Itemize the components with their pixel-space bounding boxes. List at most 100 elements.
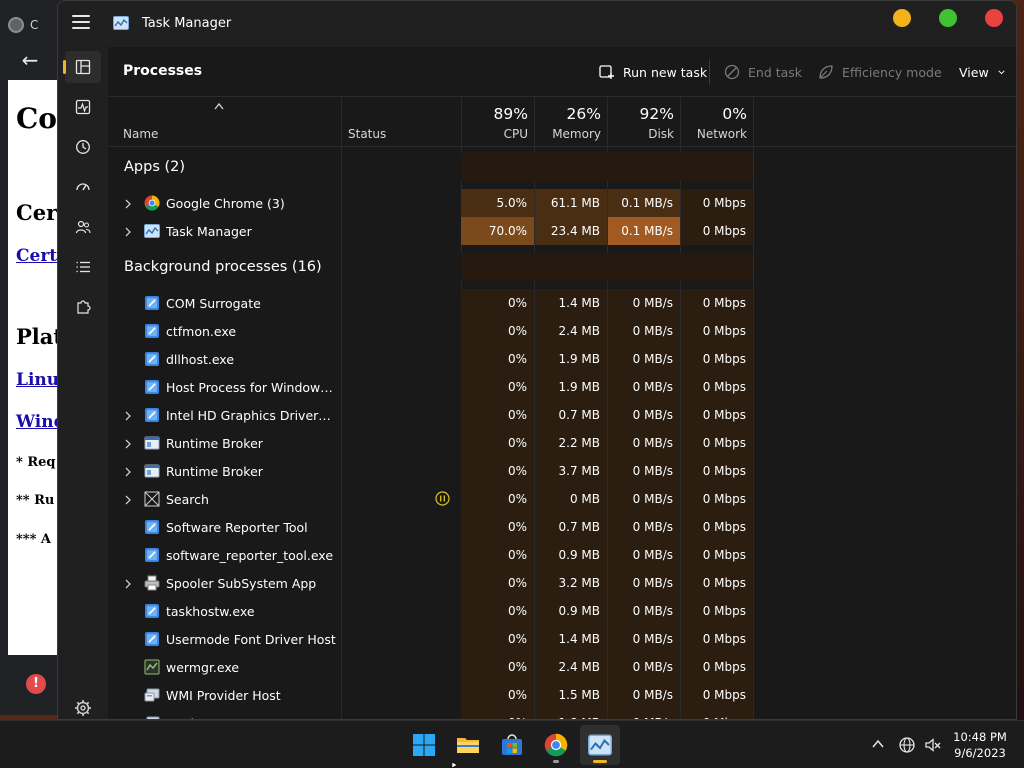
windows-logo-icon: [412, 733, 436, 757]
table-row[interactable]: Usermode Font Driver Host 0% 1.4 MB 0 MB/s 0…: [108, 625, 1004, 653]
column-header-name[interactable]: Name: [123, 127, 158, 141]
table-row[interactable]: wermgr.exe 0% 2.4 MB 0 MB/s 0 Mbps: [108, 653, 1004, 681]
sort-ascending-icon[interactable]: [214, 102, 224, 110]
nav-item-processes[interactable]: [63, 51, 101, 83]
table-row[interactable]: Spooler SubSystem App 0% 3.2 MB 0 MB/s 0 Mbp…: [108, 569, 1004, 597]
chrome-process-icon: [144, 195, 160, 211]
efficiency-mode-label: Efficiency mode: [842, 64, 942, 80]
network-globe-icon[interactable]: [898, 736, 916, 754]
process-name: taskhostw.exe: [166, 604, 255, 619]
wmi-process-icon: [144, 687, 160, 703]
service-process-icon: [144, 295, 160, 311]
table-row[interactable]: ctfmon.exe 0% 2.4 MB 0 MB/s 0 Mbps: [108, 317, 1004, 345]
table-row[interactable]: Google Chrome (3) 5.0% 61.1 MB 0.1 MB/s 0 Mb…: [108, 189, 1004, 217]
maximize-button[interactable]: [939, 9, 957, 27]
table-row[interactable]: software_reporter_tool.exe 0% 0.9 MB 0 MB/s…: [108, 541, 1004, 569]
process-name: Host Process for Windows Tasks: [166, 380, 336, 395]
cell-mem: 1.4 MB: [535, 289, 607, 317]
cell-net: 0 Mbps: [681, 217, 753, 245]
taskbar-file-explorer-button[interactable]: [448, 725, 488, 765]
history-icon: [75, 139, 91, 155]
chevron-right-icon[interactable]: [123, 438, 133, 449]
nav-item-performance[interactable]: [65, 91, 101, 123]
cell-cpu: 0%: [461, 485, 534, 513]
efficiency-mode-button[interactable]: Efficiency mode: [818, 61, 942, 83]
table-row[interactable]: Host Process for Windows Tasks0%1.9 MB0 …: [108, 373, 1004, 401]
cell-disk: 0 MB/s: [608, 373, 680, 401]
nav-item-app-history[interactable]: [65, 131, 101, 163]
back-arrow-icon[interactable]: ←: [14, 46, 46, 74]
nav-item-services[interactable]: [65, 291, 101, 323]
running-indicator: [593, 760, 607, 763]
nav-item-users[interactable]: [65, 211, 101, 243]
process-name: ctfmon.exe: [166, 324, 237, 339]
cell-mem: 2.2 MB: [535, 429, 607, 457]
chevron-right-icon[interactable]: [123, 226, 133, 237]
nav-item-startup-apps[interactable]: [65, 171, 101, 203]
show-hidden-icons-chevron-icon[interactable]: [871, 737, 885, 751]
speaker-muted-icon[interactable]: [924, 736, 942, 754]
process-name: Search: [166, 492, 209, 507]
taskbar-start-button[interactable]: [404, 725, 444, 765]
nav-item-details[interactable]: [65, 251, 101, 283]
close-button[interactable]: [985, 9, 1003, 27]
search-process-icon: [144, 491, 160, 507]
cell-disk: 0 MB/s: [608, 345, 680, 373]
clock-time: 10:48 PM: [953, 730, 1007, 744]
globe-icon: [8, 17, 24, 33]
taskbar-chrome-button[interactable]: [536, 725, 576, 765]
cell-net: 0 Mbps: [681, 401, 753, 429]
table-header: Name Status 89% CPU 26% Memory 92% Disk …: [108, 97, 1016, 147]
cell-disk: 0 MB/s: [608, 289, 680, 317]
table-row[interactable]: dllhost.exe 0% 1.9 MB 0 MB/s 0 Mbps: [108, 345, 1004, 373]
column-header-cpu[interactable]: CPU: [461, 127, 528, 141]
task-manager-window: Task Manager Processes Run new task End …: [57, 0, 1017, 720]
alert-icon[interactable]: !: [26, 674, 46, 694]
taskmgr-process-icon: [144, 223, 160, 239]
cell-mem: 0.7 MB: [535, 401, 607, 429]
minimize-button[interactable]: [893, 9, 911, 27]
column-header-network[interactable]: Network: [681, 127, 747, 141]
table-row[interactable]: Intel HD Graphics Drivers for ... 0%0.7 M…: [108, 401, 1004, 429]
cell-disk: 0 MB/s: [608, 317, 680, 345]
cell-disk: 0 MB/s: [608, 541, 680, 569]
page-text-line: ** Ru: [16, 493, 55, 508]
system-clock[interactable]: 10:48 PM 9/6/2023: [950, 729, 1010, 761]
process-name: Runtime Broker: [166, 436, 263, 451]
table-row[interactable]: WmiPrvSE.exe0%1.8 MB0 MB/s0 Mbps: [108, 709, 1004, 719]
cell-cpu: 0%: [461, 401, 534, 429]
table-row[interactable]: taskhostw.exe 0% 0.9 MB 0 MB/s 0 Mbps: [108, 597, 1004, 625]
column-header-status[interactable]: Status: [348, 127, 386, 141]
table-row[interactable]: WMI Provider Host 0% 1.5 MB 0 MB/s 0 Mbps: [108, 681, 1004, 709]
table-row[interactable]: Task Manager 70.0% 23.4 MB 0.1 MB/s 0 Mbps: [108, 217, 1004, 245]
chevron-right-icon[interactable]: [123, 198, 133, 209]
cell-mem: 1.5 MB: [535, 681, 607, 709]
cell-net: 0 Mbps: [681, 541, 753, 569]
table-row[interactable]: Search 0% 0 MB 0 MB/s 0 Mbps: [108, 485, 1004, 513]
chevron-right-icon[interactable]: [123, 466, 133, 477]
table-row[interactable]: Software Reporter Tool 0% 0.7 MB 0 MB/s 0 Mb…: [108, 513, 1004, 541]
chevron-right-icon[interactable]: [123, 410, 133, 421]
column-header-disk[interactable]: Disk: [608, 127, 674, 141]
window-process-icon: [144, 435, 160, 451]
hamburger-menu-icon[interactable]: [72, 15, 90, 31]
table-row[interactable]: Runtime Broker 0% 2.2 MB 0 MB/s 0 Mbps: [108, 429, 1004, 457]
cell-cpu: 0%: [461, 625, 534, 653]
run-new-task-button[interactable]: Run new task: [599, 61, 707, 83]
cell-net: 0 Mbps: [681, 485, 753, 513]
cell-net: 0 Mbps: [681, 653, 753, 681]
title-bar[interactable]: Task Manager: [58, 1, 1016, 47]
taskbar-microsoft-store-button[interactable]: [492, 725, 532, 765]
chevron-right-icon[interactable]: [123, 578, 133, 589]
table-row[interactable]: Runtime Broker 0% 3.7 MB 0 MB/s 0 Mbps: [108, 457, 1004, 485]
cell-cpu: 0%: [461, 513, 534, 541]
column-header-memory[interactable]: Memory: [535, 127, 601, 141]
end-task-button[interactable]: End task: [724, 61, 802, 83]
table-row[interactable]: COM Surrogate 0% 1.4 MB 0 MB/s 0 Mbps: [108, 289, 1004, 317]
view-menu-button[interactable]: View: [959, 61, 1006, 83]
taskbar-task-manager-button[interactable]: [580, 725, 620, 765]
chevron-right-icon[interactable]: [123, 494, 133, 505]
page-text-line[interactable]: Linu: [16, 370, 59, 390]
settings-gear-icon[interactable]: [73, 698, 93, 718]
process-name: COM Surrogate: [166, 296, 261, 311]
